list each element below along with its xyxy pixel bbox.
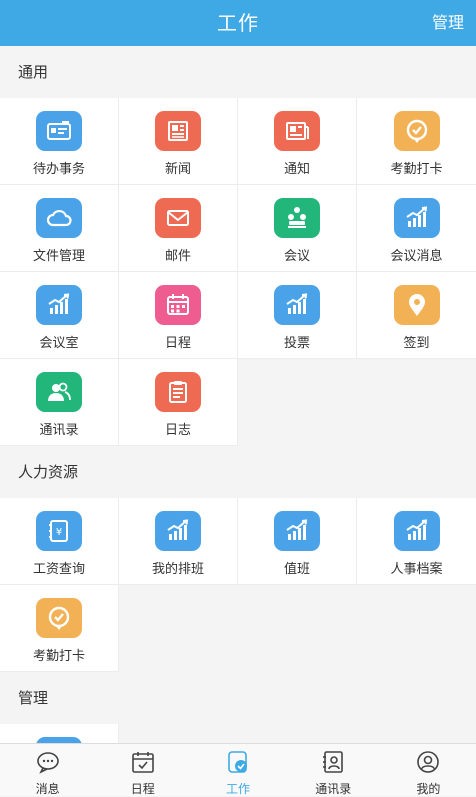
app-tile-label: 文件管理 bbox=[32, 249, 85, 264]
tab-label: 日程 bbox=[130, 782, 155, 796]
app-tile-0-3[interactable]: 考勤打卡 bbox=[357, 98, 476, 185]
tab-label: 工作 bbox=[226, 782, 251, 796]
app-tile-label: 会议 bbox=[283, 249, 310, 264]
chart-icon bbox=[393, 198, 440, 238]
app-tile-2-0[interactable] bbox=[0, 724, 119, 744]
app-tile-0-1[interactable]: 新闻 bbox=[119, 98, 238, 185]
manage-button[interactable]: 管理 bbox=[432, 0, 464, 46]
tab-address-book[interactable]: 通讯录 bbox=[286, 744, 381, 796]
app-tile-1-0[interactable]: ¥ 工资查询 bbox=[0, 498, 119, 585]
chart-icon bbox=[274, 285, 320, 325]
page-title: 工作 bbox=[217, 11, 259, 35]
app-tile-0-8[interactable]: 会议室 bbox=[0, 272, 119, 359]
app-tile-label: 我的排班 bbox=[151, 562, 204, 577]
bottom-tab-bar: 消息 日程 工作 通讯录 我的 bbox=[0, 743, 476, 796]
app-tile-0-6[interactable]: 会议 bbox=[238, 185, 357, 272]
app-tile-label: 新闻 bbox=[164, 162, 191, 177]
section-grid bbox=[0, 724, 476, 744]
section-title: 人力资源 bbox=[0, 446, 476, 498]
chart-icon bbox=[274, 511, 320, 551]
app-tile-label: 投票 bbox=[283, 336, 310, 351]
app-tile-0-12[interactable]: 通讯录 bbox=[0, 359, 119, 446]
app-header: 工作 管理 bbox=[0, 0, 476, 46]
profile-icon bbox=[415, 750, 441, 778]
mail-icon bbox=[155, 198, 201, 238]
cloud-icon bbox=[36, 198, 82, 238]
app-tile-label: 工资查询 bbox=[32, 562, 85, 577]
tab-label: 通讯录 bbox=[315, 782, 352, 796]
contacts-icon bbox=[36, 372, 82, 412]
app-tile-label: 邮件 bbox=[164, 249, 191, 264]
work-icon bbox=[225, 750, 251, 778]
chart-icon bbox=[393, 511, 440, 551]
app-tile-label: 通讯录 bbox=[39, 423, 79, 438]
clock-in-icon bbox=[393, 111, 440, 151]
chart-icon bbox=[155, 511, 201, 551]
clock-in-icon bbox=[36, 598, 82, 638]
app-tile-label: 签到 bbox=[403, 336, 430, 351]
app-tile-1-3[interactable]: 人事档案 bbox=[357, 498, 476, 585]
app-tile-0-13[interactable]: 日志 bbox=[119, 359, 238, 446]
app-tile-1-2[interactable]: 值班 bbox=[238, 498, 357, 585]
tab-message[interactable]: 消息 bbox=[0, 744, 95, 796]
app-tile-label: 待办事务 bbox=[32, 162, 85, 177]
todo-card-icon bbox=[36, 111, 82, 151]
tab-work[interactable]: 工作 bbox=[190, 744, 285, 796]
app-tile-label: 会议消息 bbox=[390, 249, 443, 264]
address-book-icon bbox=[320, 750, 346, 778]
tab-label: 消息 bbox=[35, 782, 60, 796]
app-tile-label: 日程 bbox=[164, 336, 191, 351]
app-tile-0-11[interactable]: 签到 bbox=[357, 272, 476, 359]
notice-icon bbox=[274, 111, 320, 151]
app-tile-label: 考勤打卡 bbox=[390, 162, 443, 177]
app-tile-0-0[interactable]: 待办事务 bbox=[0, 98, 119, 185]
app-tile-0-7[interactable]: 会议消息 bbox=[357, 185, 476, 272]
location-icon bbox=[393, 285, 440, 325]
app-tile-1-1[interactable]: 我的排班 bbox=[119, 498, 238, 585]
app-tile-label: 值班 bbox=[283, 562, 310, 577]
tab-profile[interactable]: 我的 bbox=[381, 744, 476, 796]
schedule-icon bbox=[130, 750, 156, 778]
tab-label: 我的 bbox=[416, 782, 441, 796]
log-icon bbox=[155, 372, 201, 412]
svg-text:¥: ¥ bbox=[56, 527, 62, 538]
app-tile-1-4[interactable]: 考勤打卡 bbox=[0, 585, 119, 672]
message-icon bbox=[35, 750, 61, 778]
app-tile-label: 人事档案 bbox=[390, 562, 443, 577]
app-tile-label: 考勤打卡 bbox=[32, 649, 85, 664]
app-tile-label: 日志 bbox=[164, 423, 191, 438]
app-tile-0-10[interactable]: 投票 bbox=[238, 272, 357, 359]
section-grid: ¥ 工资查询 我的排班 值班 人事档案考勤打卡 bbox=[0, 498, 476, 672]
section-title: 管理 bbox=[0, 672, 476, 724]
app-tile-0-2[interactable]: 通知 bbox=[238, 98, 357, 185]
tab-schedule[interactable]: 日程 bbox=[95, 744, 190, 796]
meeting-icon bbox=[274, 198, 320, 238]
chart-icon bbox=[36, 285, 82, 325]
calendar-icon bbox=[155, 285, 201, 325]
section-title: 通用 bbox=[0, 46, 476, 98]
work-content[interactable]: 通用 待办事务 新闻 通知 考勤打卡 文件管理 邮件 会议 会议消息 会议室 日程 投票 签到 通讯录 日志… bbox=[0, 46, 476, 744]
app-tile-label: 通知 bbox=[283, 162, 310, 177]
app-tile-0-5[interactable]: 邮件 bbox=[119, 185, 238, 272]
news-icon bbox=[155, 111, 201, 151]
app-tile-0-4[interactable]: 文件管理 bbox=[0, 185, 119, 272]
salary-icon: ¥ bbox=[36, 511, 82, 551]
app-tile-label: 会议室 bbox=[39, 336, 79, 351]
app-tile-0-9[interactable]: 日程 bbox=[119, 272, 238, 359]
section-grid: 待办事务 新闻 通知 考勤打卡文件管理 邮件 会议 会议消息会议室 日程 投票 签到通讯录 日志 bbox=[0, 98, 476, 446]
